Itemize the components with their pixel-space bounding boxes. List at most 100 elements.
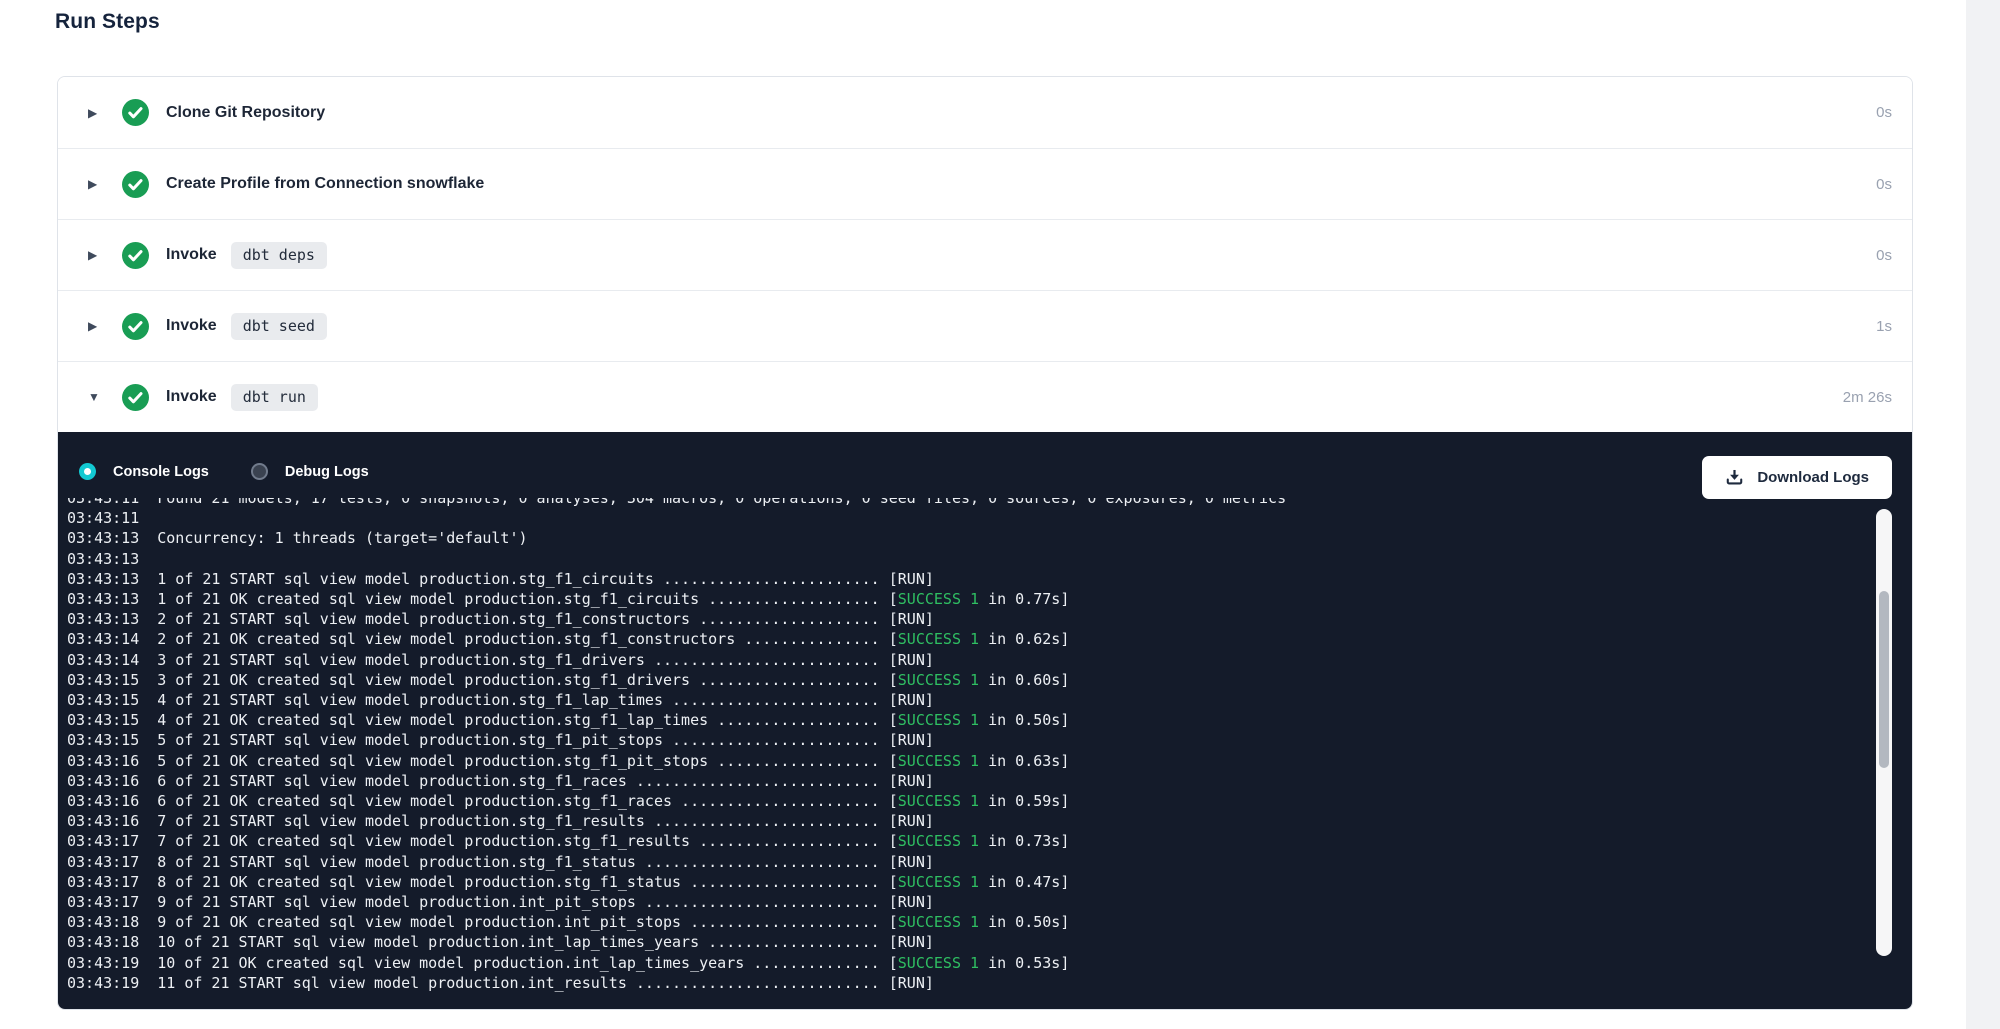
log-line: 03:43:15 4 of 21 OK created sql view mode… [67, 710, 1866, 730]
log-line: 03:43:15 5 of 21 START sql view model pro… [67, 730, 1866, 750]
log-text: 6 of 21 OK created sql view model produc… [157, 792, 898, 810]
log-timestamp: 03:43:13 [67, 550, 139, 568]
step-duration: 0s [1876, 247, 1892, 264]
log-success-text: SUCCESS 1 [898, 711, 979, 729]
log-text: in 0.50s] [979, 913, 1069, 931]
log-line: 03:43:167 of 21 START sql view model pro… [67, 811, 1866, 831]
log-scrollbar-thumb[interactable] [1879, 591, 1889, 768]
log-line: 03:43:143 of 21 START sql view model pro… [67, 650, 1866, 670]
step-row[interactable]: ▶Invokedbt seed1s [58, 290, 1912, 361]
log-text: 6 of 21 START sql view model production.… [157, 772, 934, 790]
log-timestamp: 03:43:15 [67, 731, 139, 749]
log-line: 03:43:16 6 of 21 OK created sql view mode… [67, 791, 1866, 811]
log-text: 4 of 21 OK created sql view model produc… [157, 711, 898, 729]
step-command-badge: dbt run [231, 384, 318, 411]
log-text: in 0.62s] [979, 630, 1069, 648]
log-text: in 0.47s] [979, 873, 1069, 891]
log-text: 11 of 21 START sql view model production… [157, 974, 934, 992]
log-timestamp: 03:43:11 [67, 509, 139, 527]
step-row[interactable]: ▼ Invoke dbt run 2m 26s [58, 361, 1912, 432]
download-logs-button[interactable]: Download Logs [1702, 456, 1892, 499]
log-timestamp: 03:43:15 [67, 711, 139, 729]
log-success-text: SUCCESS 1 [898, 671, 979, 689]
log-timestamp: 03:43:17 [67, 893, 139, 911]
log-timestamp: 03:43:18 [67, 913, 139, 931]
log-line: 03:43:1911 of 21 START sql view model pr… [67, 973, 1866, 993]
log-timestamp: 03:43:16 [67, 792, 139, 810]
console-logs-radio[interactable]: Console Logs [79, 463, 209, 480]
step-duration: 0s [1876, 176, 1892, 193]
log-text: in 0.50s] [979, 711, 1069, 729]
console-log-output[interactable]: 03:43:11Found 21 models, 17 tests, 0 sna… [67, 498, 1866, 997]
page-scrollbar-gutter[interactable] [1966, 0, 2000, 1029]
log-text: in 0.63s] [979, 752, 1069, 770]
step-duration: 1s [1876, 318, 1892, 335]
log-line: 03:43:13 [67, 549, 1866, 569]
log-timestamp: 03:43:13 [67, 529, 139, 547]
expand-caret-icon[interactable]: ▶ [88, 320, 105, 332]
log-text: 9 of 21 START sql view model production.… [157, 893, 934, 911]
log-line: 03:43:16 6 of 21 START sql view model pro… [67, 771, 1866, 791]
step-row[interactable]: ▶Clone Git Repository0s [58, 77, 1912, 148]
log-timestamp: 03:43:16 [67, 772, 139, 790]
console-log-lines: 03:43:11Found 21 models, 17 tests, 0 sna… [67, 498, 1866, 993]
step-duration: 2m 26s [1843, 389, 1892, 406]
log-line: 03:43:15 4 of 21 START sql view model pro… [67, 690, 1866, 710]
log-text: 9 of 21 OK created sql view model produc… [157, 913, 898, 931]
log-text: 10 of 21 START sql view model production… [157, 933, 934, 951]
log-success-text: SUCCESS 1 [898, 752, 979, 770]
step-row[interactable]: ▶Create Profile from Connection snowflak… [58, 148, 1912, 219]
run-steps-list: ▶Clone Git Repository0s▶Create Profile f… [58, 77, 1912, 432]
step-label: Invoke [166, 388, 217, 406]
log-success-text: SUCCESS 1 [898, 913, 979, 931]
status-success-icon [122, 384, 149, 411]
log-line: 03:43:177 of 21 OK created sql view mode… [67, 831, 1866, 851]
expand-caret-icon[interactable]: ▶ [88, 249, 105, 261]
log-timestamp: 03:43:13 [67, 610, 139, 628]
log-timestamp: 03:43:17 [67, 853, 139, 871]
expand-caret-icon[interactable]: ▶ [88, 107, 105, 119]
log-success-text: SUCCESS 1 [898, 832, 979, 850]
log-text: 10 of 21 OK created sql view model produ… [157, 954, 898, 972]
log-line: 03:43:13 Concurrency: 1 threads (target='… [67, 528, 1866, 548]
console-logs-label: Console Logs [113, 464, 209, 480]
step-label: Clone Git Repository [166, 104, 325, 122]
log-text: in 0.73s] [979, 832, 1069, 850]
log-timestamp: 03:43:19 [67, 954, 139, 972]
log-line: 03:43:19 10 of 21 OK created sql view mod… [67, 953, 1866, 973]
radio-unselected-icon[interactable] [251, 463, 268, 480]
log-success-text: SUCCESS 1 [898, 873, 979, 891]
step-label: Invoke [166, 246, 217, 264]
log-line: 03:43:18 10 of 21 START sql view model pr… [67, 932, 1866, 952]
log-scrollbar-track[interactable] [1876, 509, 1892, 956]
log-timestamp: 03:43:15 [67, 691, 139, 709]
log-text: in 0.60s] [979, 671, 1069, 689]
step-command-badge: dbt deps [231, 242, 327, 269]
log-line: 03:43:142 of 21 OK created sql view mode… [67, 629, 1866, 649]
status-success-icon [122, 171, 149, 198]
log-text: 5 of 21 START sql view model production.… [157, 731, 934, 749]
log-text: 2 of 21 OK created sql view model produc… [157, 630, 898, 648]
log-timestamp: 03:43:14 [67, 651, 139, 669]
expand-caret-icon[interactable]: ▶ [88, 178, 105, 190]
log-line: 03:43:18 9 of 21 OK created sql view mode… [67, 912, 1866, 932]
radio-selected-icon[interactable] [79, 463, 96, 480]
status-success-icon [122, 313, 149, 340]
step-row[interactable]: ▶ Invoke dbt deps 0s [58, 219, 1912, 290]
debug-logs-radio[interactable]: Debug Logs [251, 463, 369, 480]
log-text: Concurrency: 1 threads (target='default'… [157, 529, 527, 547]
log-timestamp: 03:43:13 [67, 570, 139, 588]
log-success-text: SUCCESS 1 [898, 590, 979, 608]
log-line: 03:43:17 9 of 21 START sql view model pro… [67, 892, 1866, 912]
log-text: 4 of 21 START sql view model production.… [157, 691, 934, 709]
log-text: 8 of 21 START sql view model production.… [157, 853, 934, 871]
log-text: 3 of 21 OK created sql view model produc… [157, 671, 898, 689]
log-text: in 0.59s] [979, 792, 1069, 810]
log-text: 5 of 21 OK created sql view model produc… [157, 752, 898, 770]
log-text: 1 of 21 START sql view model production.… [157, 570, 934, 588]
log-timestamp: 03:43:18 [67, 933, 139, 951]
log-line: 03:43:17 8 of 21 START sql view model pro… [67, 852, 1866, 872]
log-text: in 0.77s] [979, 590, 1069, 608]
log-success-text: SUCCESS 1 [898, 630, 979, 648]
collapse-caret-icon[interactable]: ▼ [88, 391, 105, 403]
